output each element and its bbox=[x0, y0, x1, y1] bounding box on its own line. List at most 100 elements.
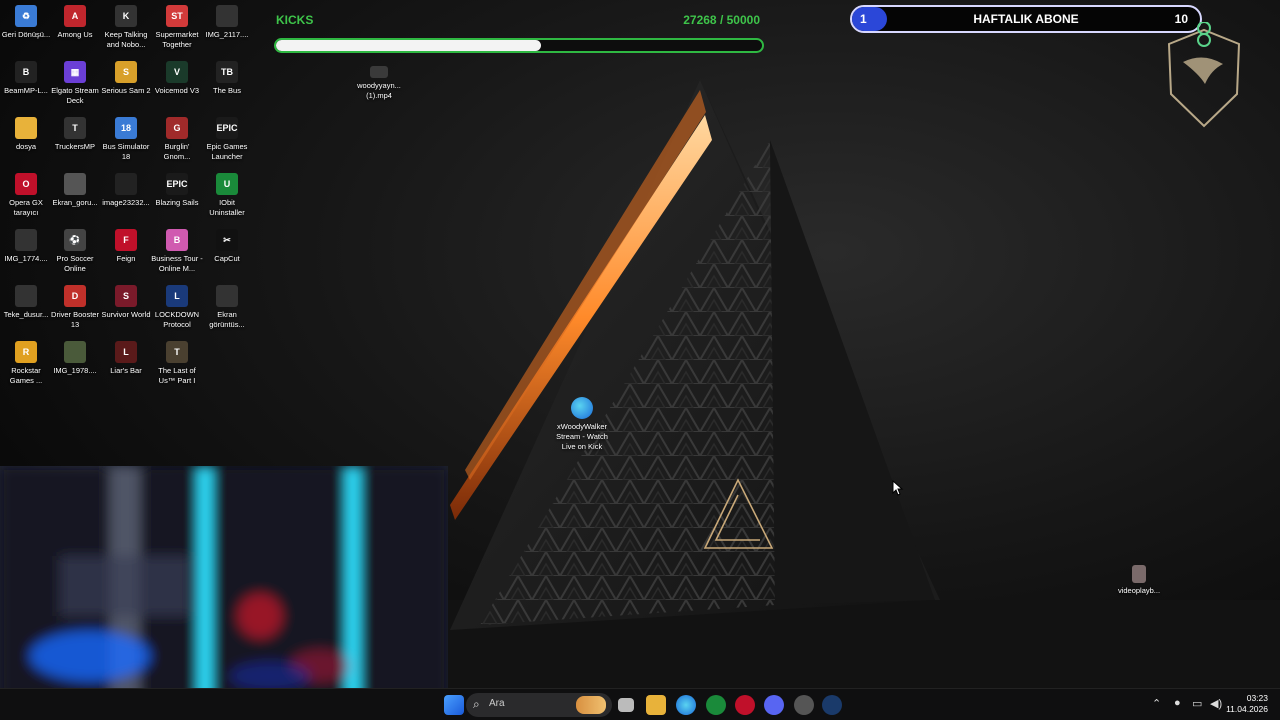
desktop-icon-label: IMG_1774.... bbox=[4, 254, 48, 263]
kicks-goal-widget: KICKS 27268 / 50000 bbox=[272, 10, 766, 56]
image-file-icon bbox=[15, 229, 37, 251]
screenshot-file-icon bbox=[216, 285, 238, 307]
keep-talking-icon: K bbox=[115, 5, 137, 27]
desktop-icon[interactable]: L Liar's Bar bbox=[100, 341, 152, 376]
discord-icon[interactable] bbox=[764, 695, 784, 715]
desktop-icon-label: LOCKDOWN Protocol bbox=[154, 310, 200, 329]
chevron-up-icon[interactable]: ⌃ bbox=[1152, 697, 1161, 710]
taskbar-clock[interactable]: 03:23 11.04.2026 bbox=[1226, 693, 1268, 715]
bus-simulator-icon: 18 bbox=[115, 117, 137, 139]
file-explorer-icon[interactable] bbox=[646, 695, 666, 715]
desktop-icon-label: Elgato Stream Deck bbox=[51, 86, 99, 105]
desktop-icon[interactable]: L LOCKDOWN Protocol bbox=[151, 285, 203, 330]
volume-icon[interactable]: ◀) bbox=[1210, 697, 1222, 710]
desktop-icon[interactable]: Teke_dusur... bbox=[0, 285, 52, 320]
desktop-icon-label: Voicemod V3 bbox=[154, 86, 200, 95]
desktop-icon-label: Ekran görüntüs... bbox=[209, 310, 245, 329]
msi-dragon-logo bbox=[1167, 22, 1241, 128]
image-file-icon bbox=[216, 5, 238, 27]
taskbar: ⌕ Ara ⌃ ● ▭ ◀) 03:23 11.04.2026 bbox=[0, 688, 1280, 720]
capcut-icon: ✂ bbox=[216, 229, 238, 251]
network-icon[interactable]: ▭ bbox=[1192, 697, 1202, 710]
desktop-icon[interactable]: S Survivor World bbox=[100, 285, 152, 320]
desktop-icon[interactable]: G Burglin' Gnom... bbox=[151, 117, 203, 162]
last-of-us-icon: T bbox=[166, 341, 188, 363]
desktop-icon[interactable]: ✂ CapCut bbox=[201, 229, 253, 264]
desktop-icon-label: image23232... bbox=[102, 198, 150, 207]
desktop-icon[interactable]: ST Supermarket Together bbox=[151, 5, 203, 50]
epic-games-icon: EPIC bbox=[216, 117, 238, 139]
system-tray: ⌃ ● ▭ ◀) 03:23 11.04.2026 bbox=[1140, 689, 1280, 720]
supermarket-icon: ST bbox=[166, 5, 188, 27]
desktop-icon-label: BeamMP-L... bbox=[4, 86, 48, 95]
document-file-icon bbox=[15, 285, 37, 307]
video-thumbnail-icon bbox=[1132, 565, 1146, 583]
desktop-icon[interactable]: Ekran görüntüs... bbox=[201, 285, 253, 330]
desktop-icon[interactable]: IMG_2117.... bbox=[201, 5, 253, 40]
desktop-icon[interactable]: U IObit Uninstaller bbox=[201, 173, 253, 218]
desktop-icon[interactable]: V Voicemod V3 bbox=[151, 61, 203, 96]
desktop-icon-label: Keep Talking and Nobo... bbox=[104, 30, 148, 49]
desktop-icon[interactable]: ♻ Geri Dönüşü... bbox=[0, 5, 52, 40]
desktop[interactable]: ♻ Geri Dönüşü... A Among Us K Keep Talking an… bbox=[0, 0, 1280, 720]
lockdown-icon: L bbox=[166, 285, 188, 307]
task-view-icon[interactable] bbox=[618, 698, 634, 712]
desktop-icon[interactable]: S Serious Sam 2 bbox=[100, 61, 152, 96]
desktop-icon[interactable]: IMG_1978.... bbox=[49, 341, 101, 376]
desktop-icon[interactable]: B Business Tour - Online M... bbox=[151, 229, 203, 274]
opera-gx-icon[interactable] bbox=[735, 695, 755, 715]
iobit-icon[interactable] bbox=[706, 695, 726, 715]
desktop-icon[interactable]: dosya bbox=[0, 117, 52, 152]
folder-icon bbox=[15, 117, 37, 139]
desktop-icon[interactable]: 18 Bus Simulator 18 bbox=[100, 117, 152, 162]
desktop-file-label: videoplayb... bbox=[1117, 586, 1161, 595]
desktop-icon[interactable]: T The Last of Us™ Part I bbox=[151, 341, 203, 386]
steam-icon[interactable] bbox=[822, 695, 842, 715]
desktop-icon-label: Bus Simulator 18 bbox=[102, 142, 150, 161]
serious-sam-icon: S bbox=[115, 61, 137, 83]
desktop-icon-label: Serious Sam 2 bbox=[101, 86, 151, 95]
desktop-icon[interactable]: ▦ Elgato Stream Deck bbox=[49, 61, 101, 106]
beammp-icon: B bbox=[15, 61, 37, 83]
kicks-progress-bar bbox=[274, 38, 764, 53]
desktop-icon[interactable]: K Keep Talking and Nobo... bbox=[100, 5, 152, 50]
desktop-icon-label: Pro Soccer Online bbox=[56, 254, 94, 273]
desktop-icon-label: TruckersMP bbox=[54, 142, 96, 151]
desktop-icon-label: Teke_dusur... bbox=[3, 310, 49, 319]
edge-shortcut-icon bbox=[571, 397, 593, 419]
desktop-icon[interactable]: ⚽ Pro Soccer Online bbox=[49, 229, 101, 274]
desktop-icon[interactable]: IMG_1774.... bbox=[0, 229, 52, 264]
desktop-icon[interactable]: B BeamMP-L... bbox=[0, 61, 52, 96]
desktop-icon[interactable]: O Opera GX tarayıcı bbox=[0, 173, 52, 218]
edge-icon[interactable] bbox=[676, 695, 696, 715]
driver-booster-icon: D bbox=[64, 285, 86, 307]
taskbar-search-box[interactable]: ⌕ Ara bbox=[466, 693, 612, 717]
desktop-icon[interactable]: Ekran_goru... bbox=[49, 173, 101, 208]
desktop-icon[interactable]: F Feign bbox=[100, 229, 152, 264]
desktop-icon-label: Feign bbox=[116, 254, 136, 263]
widgets-icon[interactable] bbox=[576, 696, 606, 714]
video-file-icon bbox=[370, 66, 388, 78]
steam-helper-icon[interactable] bbox=[794, 695, 814, 715]
epic-games-icon: EPIC bbox=[166, 173, 188, 195]
desktop-file-label: xWoodyWalker Stream - Watch Live on Kick bbox=[556, 422, 608, 451]
desktop-icon[interactable]: D Driver Booster 13 bbox=[49, 285, 101, 330]
desktop-file-edge-shortcut[interactable]: xWoodyWalker Stream - Watch Live on Kick bbox=[556, 397, 608, 452]
start-icon[interactable] bbox=[444, 695, 464, 715]
desktop-icon[interactable]: A Among Us bbox=[49, 5, 101, 40]
search-icon: ⌕ bbox=[473, 697, 480, 711]
desktop-icon[interactable]: T TruckersMP bbox=[49, 117, 101, 152]
desktop-icon[interactable]: R Rockstar Games ... bbox=[0, 341, 52, 386]
desktop-icon-label: dosya bbox=[15, 142, 36, 151]
desktop-icon[interactable]: EPIC Blazing Sails bbox=[151, 173, 203, 208]
desktop-file-videoplayback[interactable]: videoplayb... bbox=[1113, 565, 1165, 596]
desktop-icon[interactable]: TB The Bus bbox=[201, 61, 253, 96]
microphone-icon[interactable]: ● bbox=[1174, 697, 1181, 709]
desktop-icon[interactable]: EPIC Epic Games Launcher bbox=[201, 117, 253, 162]
desktop-icon-label: CapCut bbox=[214, 254, 240, 263]
desktop-file-video[interactable]: woodyyayn... (1).mp4 bbox=[353, 66, 405, 101]
desktop-icon-label: Liar's Bar bbox=[110, 366, 142, 375]
sub-goal-label: HAFTALIK ABONE bbox=[973, 12, 1079, 26]
desktop-icon[interactable]: image23232... bbox=[100, 173, 152, 208]
desktop-file-label: woodyyayn... (1).mp4 bbox=[357, 81, 401, 100]
